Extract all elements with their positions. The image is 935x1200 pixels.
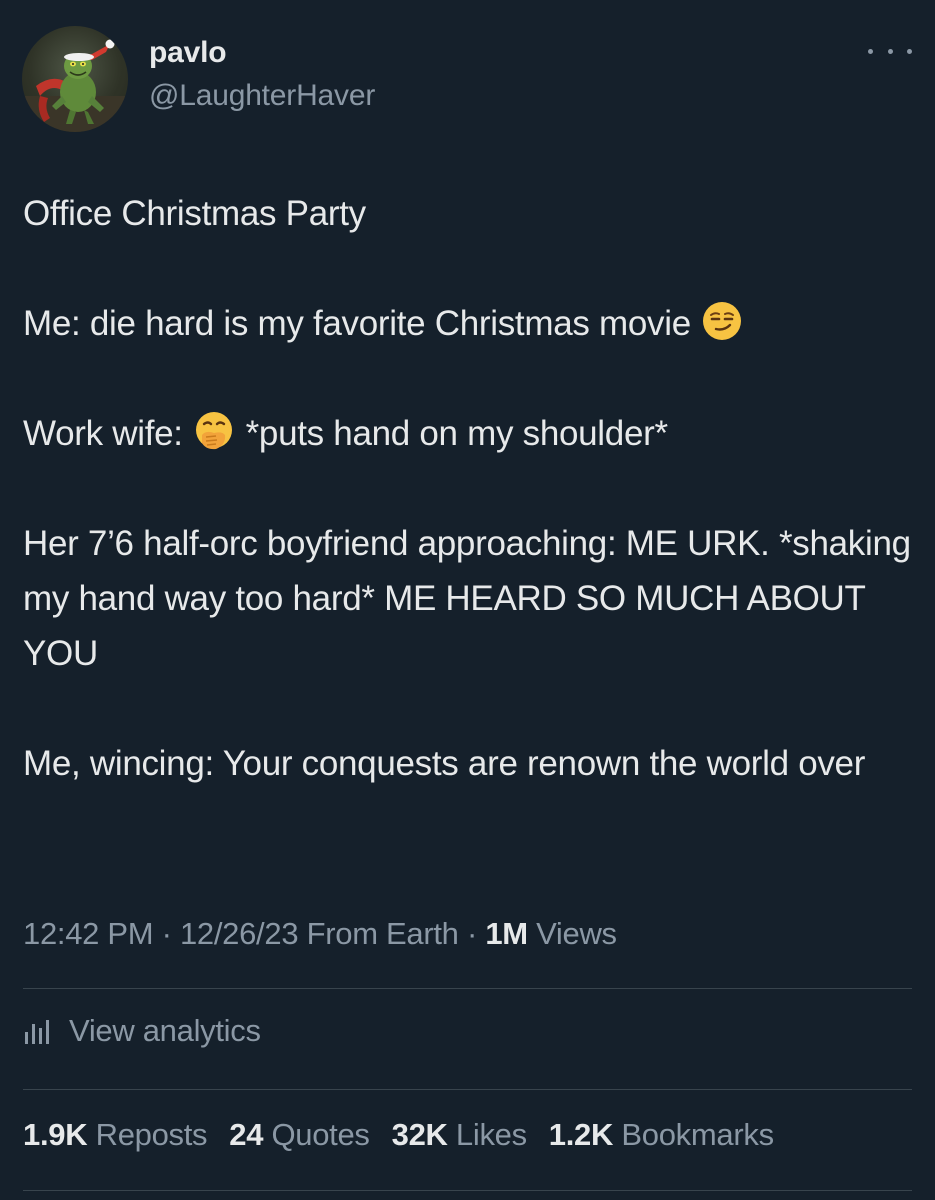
quotes-count: 24 (229, 1117, 264, 1152)
bookmarks-stat[interactable]: 1.2K Bookmarks (549, 1117, 774, 1153)
tweet-paragraph: Office Christmas Party (23, 194, 366, 233)
avatar[interactable] (22, 26, 128, 132)
views-label: Views (536, 916, 617, 951)
quotes-label: Quotes (271, 1117, 370, 1152)
author-handle[interactable]: @LaughterHaver (149, 79, 375, 113)
tweet-meta: 12:42 PM · 12/26/23 From Earth · 1M View… (23, 916, 617, 952)
divider (23, 1089, 912, 1090)
more-horizontal-icon (868, 48, 873, 54)
reposts-label: Reposts (95, 1117, 208, 1152)
reposts-stat[interactable]: 1.9K Reposts (23, 1117, 208, 1153)
tweet-time[interactable]: 12:42 PM (23, 916, 154, 951)
bookmarks-count: 1.2K (548, 1117, 614, 1152)
meta-separator: · (466, 916, 477, 951)
more-dot (887, 48, 893, 54)
views-count: 1M (485, 916, 528, 951)
analytics-bar-chart-icon (23, 1016, 53, 1046)
reposts-count: 1.9K (23, 1117, 88, 1152)
author-display-name[interactable]: pavlo (149, 36, 227, 70)
tweet-paragraph: Her 7’6 half-orc boyfriend approaching: … (23, 524, 911, 673)
tweet-paragraph: Me, wincing: Your conquests are renown t… (23, 744, 866, 783)
tweet-paragraph: Me: die hard is my favorite Christmas mo… (23, 296, 918, 351)
bookmarks-label: Bookmarks (621, 1117, 774, 1152)
face-with-hand-over-mouth-emoji-icon (192, 409, 236, 453)
engagement-stats: 1.9K Reposts 24 Quotes 32K Likes 1.2K Bo… (23, 1117, 774, 1153)
likes-label: Likes (455, 1117, 527, 1152)
grinch-avatar-icon (22, 39, 128, 132)
view-analytics-label: View analytics (69, 1013, 261, 1048)
more-dot (907, 48, 912, 54)
tweet-paragraph-text: *puts hand on my shoulder* (245, 414, 669, 453)
tweet-paragraph: Work wife: *puts hand on my shoulder* (23, 406, 918, 461)
divider (23, 1190, 912, 1191)
tweet-paragraph-text: Me: die hard is my favorite Christmas mo… (23, 304, 691, 343)
tweet-date[interactable]: 12/26/23 (180, 916, 299, 951)
divider (23, 988, 912, 989)
tweet-paragraph-text: Work wife: (23, 414, 183, 453)
more-options-button[interactable] (868, 38, 912, 64)
tweet-text: Office Christmas Party Me: die hard is m… (23, 186, 918, 791)
tweet-source: From Earth (306, 916, 459, 951)
quotes-stat[interactable]: 24 Quotes (229, 1117, 370, 1153)
view-analytics-button[interactable]: View analytics (23, 1013, 261, 1049)
likes-count: 32K (391, 1117, 448, 1152)
likes-stat[interactable]: 32K Likes (392, 1117, 527, 1153)
smirking-face-emoji-icon (700, 299, 744, 343)
meta-separator: · (161, 916, 172, 951)
